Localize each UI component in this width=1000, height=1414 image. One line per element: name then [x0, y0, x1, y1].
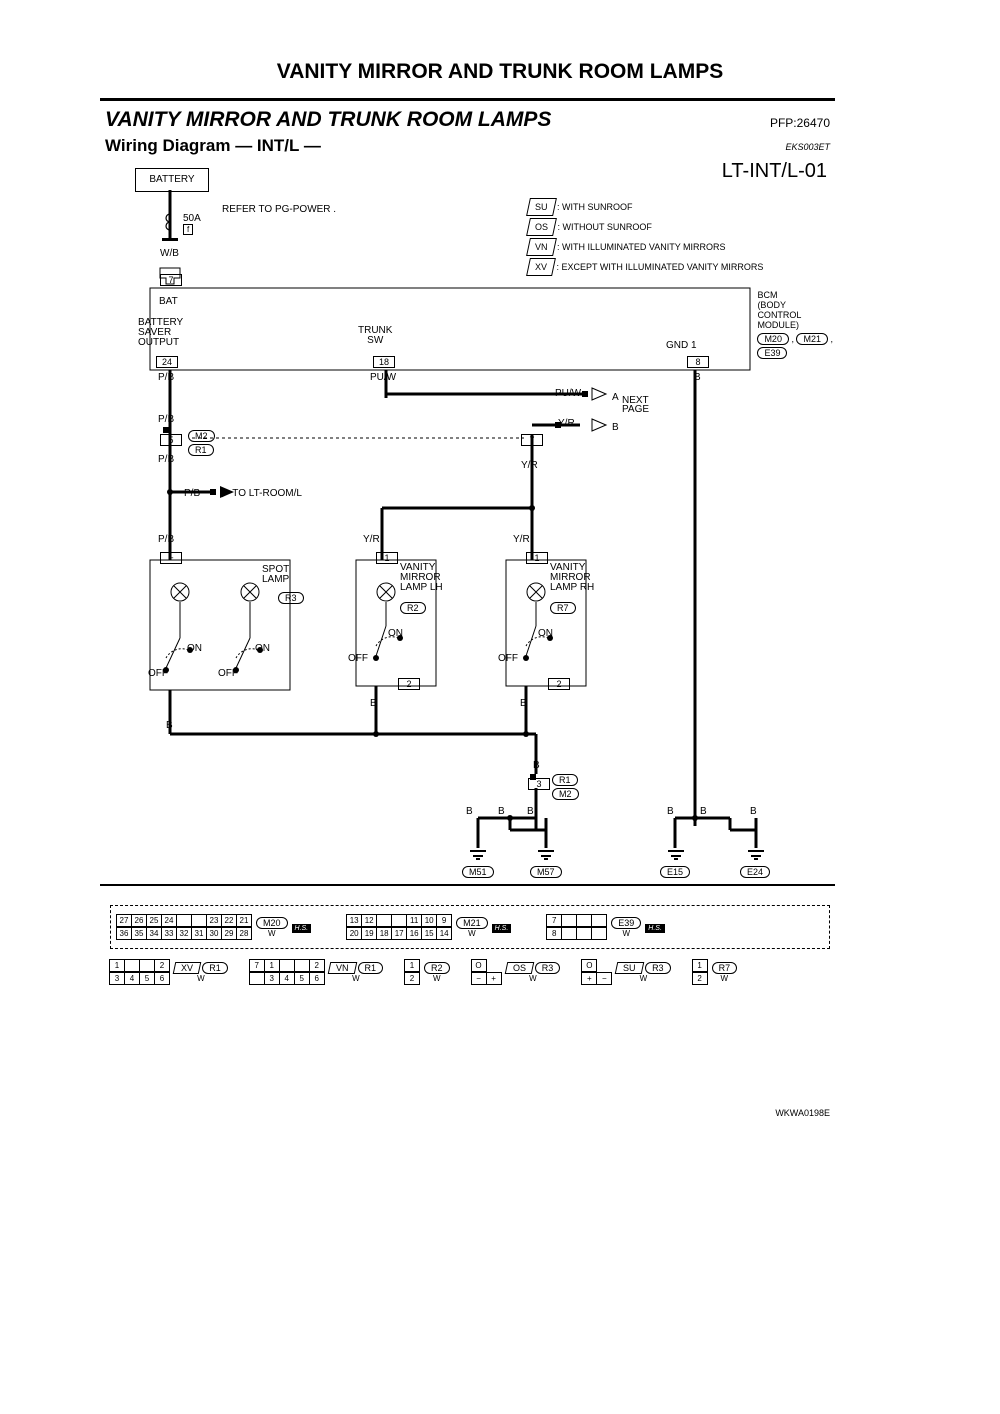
conn-r7: R7 [550, 598, 576, 616]
page-title: VANITY MIRROR AND TRUNK ROOM LAMPS [0, 60, 1000, 84]
ground-icon [470, 850, 486, 852]
wire-b4: B [166, 720, 173, 731]
arrow-a: A [612, 392, 619, 403]
next-page: NEXT PAGE [622, 396, 649, 414]
wire-yr0: Y/R [558, 418, 575, 429]
vanity-lh: VANITY MIRROR LAMP LH [400, 563, 443, 593]
on1: ON [187, 643, 202, 654]
spot-lamp: SPOT LAMP [262, 565, 289, 585]
on3: ON [388, 628, 403, 639]
ground-icon [538, 850, 554, 852]
drawing-code: WKWA0198E [775, 1108, 830, 1118]
conn-e15: E15 [660, 862, 690, 880]
conn-m2b: M2 [552, 784, 579, 802]
conn-r1a: R1 [188, 440, 214, 458]
connector-views: 27262524232221363534333231302928M20WH.S.… [110, 905, 830, 985]
rule2 [100, 884, 835, 886]
pfp-code: PFP:26470 [770, 116, 830, 130]
conn-r3: R3 [278, 588, 304, 606]
on2: ON [255, 643, 270, 654]
off4: OFF [498, 653, 518, 664]
bat-label: BAT [159, 296, 178, 307]
conn-m57: M57 [530, 862, 562, 880]
on4: ON [538, 628, 553, 639]
pin-7: 7 [160, 270, 182, 288]
subheading: Wiring Diagram — INT/L — [105, 136, 321, 156]
heading: VANITY MIRROR AND TRUNK ROOM LAMPS [105, 108, 551, 132]
arrow-b: B [612, 422, 619, 433]
wire-pb5: P/B [158, 534, 174, 545]
ground-icon [748, 850, 764, 852]
pin-2a: 2 [398, 674, 420, 692]
pin-5: 5 [160, 430, 182, 448]
wiring-diagram [100, 190, 840, 880]
wire-yr3: Y/R [513, 534, 530, 545]
conn-m51: M51 [462, 862, 494, 880]
off3: OFF [348, 653, 368, 664]
gnd1: GND 1 [666, 340, 697, 351]
pin-1a: 1 [376, 548, 398, 566]
section-code: EKS003ET [785, 142, 830, 152]
to-room: ▶ TO LT-ROOM/L [222, 488, 302, 499]
off2: OFF [218, 668, 238, 679]
wire-puw2: PU/W [555, 388, 581, 399]
wire-pb1: P/B [158, 372, 174, 383]
conn-r2: R2 [400, 598, 426, 616]
pin-8: 8 [687, 352, 709, 370]
wire-bB: B [498, 806, 505, 817]
pin-1b: 1 [526, 548, 548, 566]
pin-2b: 2 [548, 674, 570, 692]
wire-b2: B [370, 698, 377, 709]
wire-yr2: Y/R [363, 534, 380, 545]
conn-e24: E24 [740, 862, 770, 880]
rule [100, 98, 835, 101]
pin-3: 3 [528, 774, 550, 792]
wire-puw: PU/W [370, 372, 396, 383]
battery-box: BATTERY [135, 168, 209, 192]
wire-b1: B [694, 372, 701, 383]
wire-bD: B [667, 806, 674, 817]
page-id: LT-INT/L-01 [722, 160, 827, 183]
batt-saver: BATTERY SAVER OUTPUT [138, 318, 183, 348]
wire-yr1: Y/R [521, 460, 538, 471]
wire-bC: B [527, 806, 534, 817]
trunk-sw: TRUNK SW [358, 326, 392, 346]
pin-18: 18 [373, 352, 395, 370]
pin-7b: 7 [521, 430, 543, 448]
wire-bF: B [750, 806, 757, 817]
wire-bA: B [466, 806, 473, 817]
wire-b3: B [520, 698, 527, 709]
wire-pb2: P/B [158, 414, 174, 425]
ground-icon [668, 850, 684, 852]
wire-wb: W/B [160, 248, 179, 259]
wire-pb3: P/B [158, 454, 174, 465]
wire-bE: B [700, 806, 707, 817]
off1: OFF [148, 668, 168, 679]
pin-24: 24 [156, 352, 178, 370]
pin-plus: + [160, 548, 182, 566]
wire-pb4: P/B [184, 488, 200, 499]
vanity-rh: VANITY MIRROR LAMP RH [550, 563, 594, 593]
wire-b5: B [533, 760, 540, 771]
